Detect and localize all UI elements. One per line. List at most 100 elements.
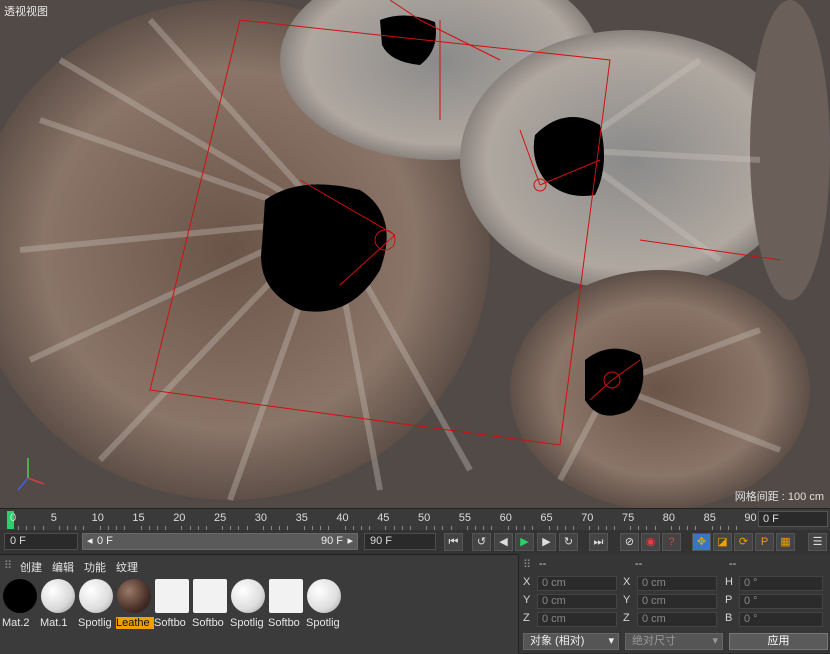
range-start-label: 0 F — [97, 535, 113, 547]
timeline-ruler[interactable]: 0 5 10 15 20 25 30 35 40 45 50 55 60 65 70 75 80 85 90 0 F — [0, 508, 830, 531]
timeline-tick-label: 70 — [581, 512, 594, 524]
coordinate-value-field[interactable]: 0 cm — [637, 594, 717, 609]
render-image — [0, 0, 830, 508]
material-preview-swatch — [269, 579, 303, 613]
timeline-tick-label: 55 — [458, 512, 472, 524]
material-item[interactable]: Softbo — [192, 579, 228, 641]
material-item[interactable]: Leathe — [116, 579, 154, 641]
pla-key-icon[interactable]: ▦ — [776, 533, 795, 551]
menu-function[interactable]: 功能 — [84, 559, 106, 575]
menu-edit[interactable]: 编辑 — [52, 559, 74, 575]
timeline-tick-label: 5 — [50, 512, 57, 524]
range-right-arrow-icon[interactable]: ▸ — [347, 534, 353, 549]
coordinate-value-field[interactable]: 0 cm — [637, 576, 717, 591]
chevron-down-icon: ▾ — [712, 635, 718, 647]
panel-grip-icon[interactable]: ⠿ — [4, 559, 12, 572]
scale-key-icon[interactable]: ◪ — [713, 533, 732, 551]
timeline-tick-label: 45 — [377, 512, 390, 524]
timeline-tick-label: 90 — [744, 512, 757, 524]
material-item[interactable]: Spotlig — [78, 579, 114, 641]
grid-spacing-label: 网格间距 : 100 cm — [734, 491, 824, 503]
material-item[interactable]: Spotlig — [230, 579, 266, 641]
material-preview-swatch — [193, 579, 227, 613]
material-item[interactable]: Spotlig — [306, 579, 342, 641]
rotate-key-icon[interactable]: ⟳ — [734, 533, 753, 551]
material-preview-swatch — [3, 579, 37, 613]
material-preview-swatch — [231, 579, 265, 613]
axis-label: Z — [623, 612, 630, 624]
coordinate-value-field[interactable]: 0 cm — [537, 576, 617, 591]
apply-button[interactable]: 应用 — [729, 633, 828, 650]
timeline-tick-label: 20 — [173, 512, 186, 524]
viewport-title[interactable]: 透视视图 — [4, 3, 48, 19]
perspective-viewport[interactable]: 透视视图 网格间距 : 100 cm — [0, 0, 830, 508]
material-preview-swatch — [41, 579, 75, 613]
timeline-tick-label: 15 — [132, 512, 145, 524]
move-key-icon[interactable]: ✥ — [692, 533, 711, 551]
coordinate-mode-dropdown[interactable]: 对象 (相对) ▾ — [523, 633, 619, 650]
material-label: Spotlig — [306, 617, 340, 629]
material-item[interactable]: Softbo — [268, 579, 304, 641]
coordinate-value-field[interactable]: 0 ° — [739, 612, 823, 627]
axis-label: X — [623, 576, 631, 588]
next-key-icon[interactable]: ↻ — [559, 533, 578, 551]
material-label: Leathe — [116, 617, 154, 629]
timeline-tick-label: 40 — [336, 512, 349, 524]
next-frame-icon[interactable]: ▶ — [537, 533, 556, 551]
axis-label: Z — [523, 612, 530, 624]
range-left-arrow-icon[interactable]: ◂ — [87, 534, 93, 549]
record-key-icon[interactable]: ⊘ — [620, 533, 639, 551]
panel-grip-icon[interactable]: ⠿ — [523, 558, 531, 571]
go-to-end-icon[interactable]: ⏭ — [589, 533, 608, 551]
material-item[interactable]: Mat.1 — [40, 579, 76, 641]
timeline-tick-label: 30 — [254, 512, 268, 524]
timeline-tick-label: 50 — [418, 512, 431, 524]
keyframe-selection-icon[interactable]: ? — [662, 533, 681, 551]
timeline-tick-label: 0 — [10, 512, 17, 524]
material-preview-swatch — [155, 579, 189, 613]
timeline-tick-label: 85 — [703, 512, 716, 524]
axis-label: Y — [623, 594, 631, 606]
position-header: -- — [539, 558, 547, 570]
timeline-tick-label: 25 — [214, 512, 227, 524]
material-label: Softbo — [154, 617, 186, 629]
material-label: Softbo — [268, 617, 300, 629]
axis-label: P — [725, 594, 733, 606]
menu-texture[interactable]: 纹理 — [116, 559, 138, 575]
timeline-tick-label: 60 — [499, 512, 512, 524]
transport-bar: 0 F ◂ 0 F 90 F ▸ 90 F ⏮ ↺ ◀ ▶ ▶ ↻ ⏭ ⊘ ◉ … — [0, 530, 830, 554]
prev-key-icon[interactable]: ↺ — [472, 533, 491, 551]
coordinate-value-field[interactable]: 0 cm — [537, 594, 617, 609]
axis-label: Y — [523, 594, 531, 606]
preview-range-slider[interactable]: ◂ 0 F 90 F ▸ — [82, 533, 358, 550]
go-to-start-icon[interactable]: ⏮ — [444, 533, 463, 551]
timeline-tick-label: 75 — [622, 512, 635, 524]
timeline-tick-label: 35 — [295, 512, 308, 524]
start-frame-field[interactable]: 0 F — [4, 533, 78, 550]
timeline-tick-label: 65 — [540, 512, 553, 524]
material-item[interactable]: Softbo — [154, 579, 190, 641]
axis-label: X — [523, 576, 531, 588]
coordinate-value-field[interactable]: 0 cm — [537, 612, 617, 627]
play-icon[interactable]: ▶ — [515, 533, 534, 551]
autokey-icon[interactable]: ◉ — [641, 533, 660, 551]
current-frame-field[interactable]: 0 F — [758, 511, 828, 527]
size-mode-dropdown[interactable]: 绝对尺寸 ▾ — [625, 633, 723, 650]
material-item[interactable]: Mat.2 — [2, 579, 38, 641]
param-key-icon[interactable]: P — [755, 533, 774, 551]
timeline-tick-label: 10 — [91, 512, 104, 524]
menu-create[interactable]: 创建 — [20, 559, 42, 575]
end-frame-field[interactable]: 90 F — [364, 533, 436, 550]
material-label: Mat.1 — [40, 617, 68, 629]
material-label: Mat.2 — [2, 617, 30, 629]
timeline-menu-icon[interactable]: ☰ — [808, 533, 827, 551]
coordinate-value-field[interactable]: 0 ° — [739, 576, 823, 591]
prev-frame-icon[interactable]: ◀ — [494, 533, 513, 551]
axis-label: H — [725, 576, 733, 588]
rotation-header: -- — [729, 558, 737, 570]
coordinate-value-field[interactable]: 0 cm — [637, 612, 717, 627]
material-label: Spotlig — [230, 617, 264, 629]
coordinate-manager: ⠿ -- -- -- X 0 cm X 0 cm H 0 ° Y 0 cm Y 0 cm P 0 ° Z… — [518, 554, 830, 653]
coordinate-value-field[interactable]: 0 ° — [739, 594, 823, 609]
material-preview-swatch — [79, 579, 113, 613]
